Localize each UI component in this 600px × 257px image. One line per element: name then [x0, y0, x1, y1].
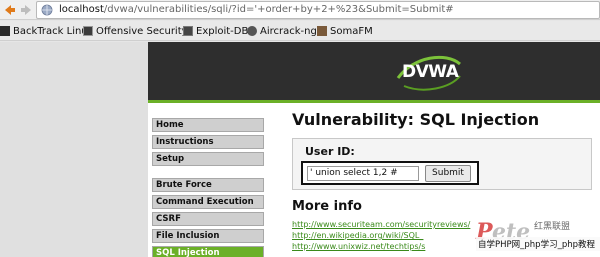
- sqli-form: User ID: ' union select 1,2 # Submit: [292, 138, 592, 190]
- menu-item-file-inclusion[interactable]: File Inclusion: [152, 229, 264, 243]
- menu-item-csrf[interactable]: CSRF: [152, 212, 264, 226]
- bookmark-aircrack[interactable]: Aircrack-ng: [247, 24, 317, 38]
- globe-icon: [41, 4, 53, 16]
- aircrack-icon: [247, 26, 257, 36]
- url-text: localhost/dvwa/vulnerabilities/sqli/?id=…: [59, 4, 454, 15]
- menu-item-brute-force[interactable]: Brute Force: [152, 178, 264, 192]
- bookmark-label: Aircrack-ng: [260, 25, 317, 37]
- url-path: /dvwa/vulnerabilities/sqli/?id='+order+b…: [103, 4, 454, 15]
- menu-item-setup[interactable]: Setup: [152, 152, 264, 166]
- bookmark-label: BackTrack Linux: [13, 25, 94, 37]
- address-bar[interactable]: localhost/dvwa/vulnerabilities/sqli/?id=…: [36, 1, 600, 19]
- user-id-label: User ID:: [305, 145, 355, 158]
- backtrack-icon: [0, 26, 10, 36]
- user-id-input[interactable]: ' union select 1,2 #: [307, 166, 419, 181]
- browser-url-bar: localhost/dvwa/vulnerabilities/sqli/?id=…: [0, 0, 600, 20]
- watermark-bottom-text: 自学PHP网_php学习_php教程: [478, 240, 596, 250]
- more-info-heading: More info: [292, 199, 362, 214]
- bookmark-label: Exploit-DB: [196, 25, 249, 37]
- menu-item-home[interactable]: Home: [152, 118, 264, 132]
- url-host: localhost: [59, 4, 104, 15]
- header-stripe: [148, 100, 600, 103]
- submit-button[interactable]: Submit: [425, 165, 471, 182]
- more-info-link[interactable]: http://www.unixwiz.net/techtips/s: [292, 242, 425, 251]
- highlighted-input-area: ' union select 1,2 # Submit: [301, 161, 479, 185]
- menu-gap: [152, 169, 264, 178]
- back-arrow-icon[interactable]: [2, 3, 16, 17]
- dvwa-logo[interactable]: DVWA: [402, 62, 459, 82]
- bookmark-backtrack[interactable]: BackTrack Linux: [0, 24, 94, 38]
- dvwa-menu: Home Instructions Setup Brute Force Comm…: [152, 118, 264, 257]
- menu-item-instructions[interactable]: Instructions: [152, 135, 264, 149]
- menu-item-command-execution[interactable]: Command Execution: [152, 195, 264, 209]
- dvwa-header: DVWA: [148, 42, 600, 100]
- page-title: Vulnerability: SQL Injection: [292, 110, 540, 129]
- bookmark-offensive-security[interactable]: Offensive Security: [83, 24, 188, 38]
- bookmark-somafm[interactable]: SomaFM: [317, 24, 373, 38]
- menu-item-sql-injection[interactable]: SQL Injection: [152, 246, 264, 257]
- forward-arrow-icon[interactable]: [20, 3, 34, 17]
- more-info-link[interactable]: http://www.securiteam.com/securityreview…: [292, 220, 470, 229]
- bookmarks-toolbar: BackTrack Linux Offensive Security Explo…: [0, 21, 600, 41]
- watermark: Pete 红黑联盟 自学PHP网_php学习_php教程: [476, 215, 600, 257]
- more-info-link[interactable]: http://en.wikipedia.org/wiki/SQL_: [292, 231, 423, 240]
- somafm-icon: [317, 26, 327, 36]
- bookmark-label: SomaFM: [330, 25, 373, 37]
- offensive-security-icon: [83, 26, 93, 36]
- bookmark-exploit-db[interactable]: Exploit-DB: [183, 24, 248, 38]
- watermark-top-text: 红黑联盟: [534, 222, 571, 232]
- exploit-db-icon: [183, 26, 193, 36]
- bookmark-label: Offensive Security: [96, 25, 188, 37]
